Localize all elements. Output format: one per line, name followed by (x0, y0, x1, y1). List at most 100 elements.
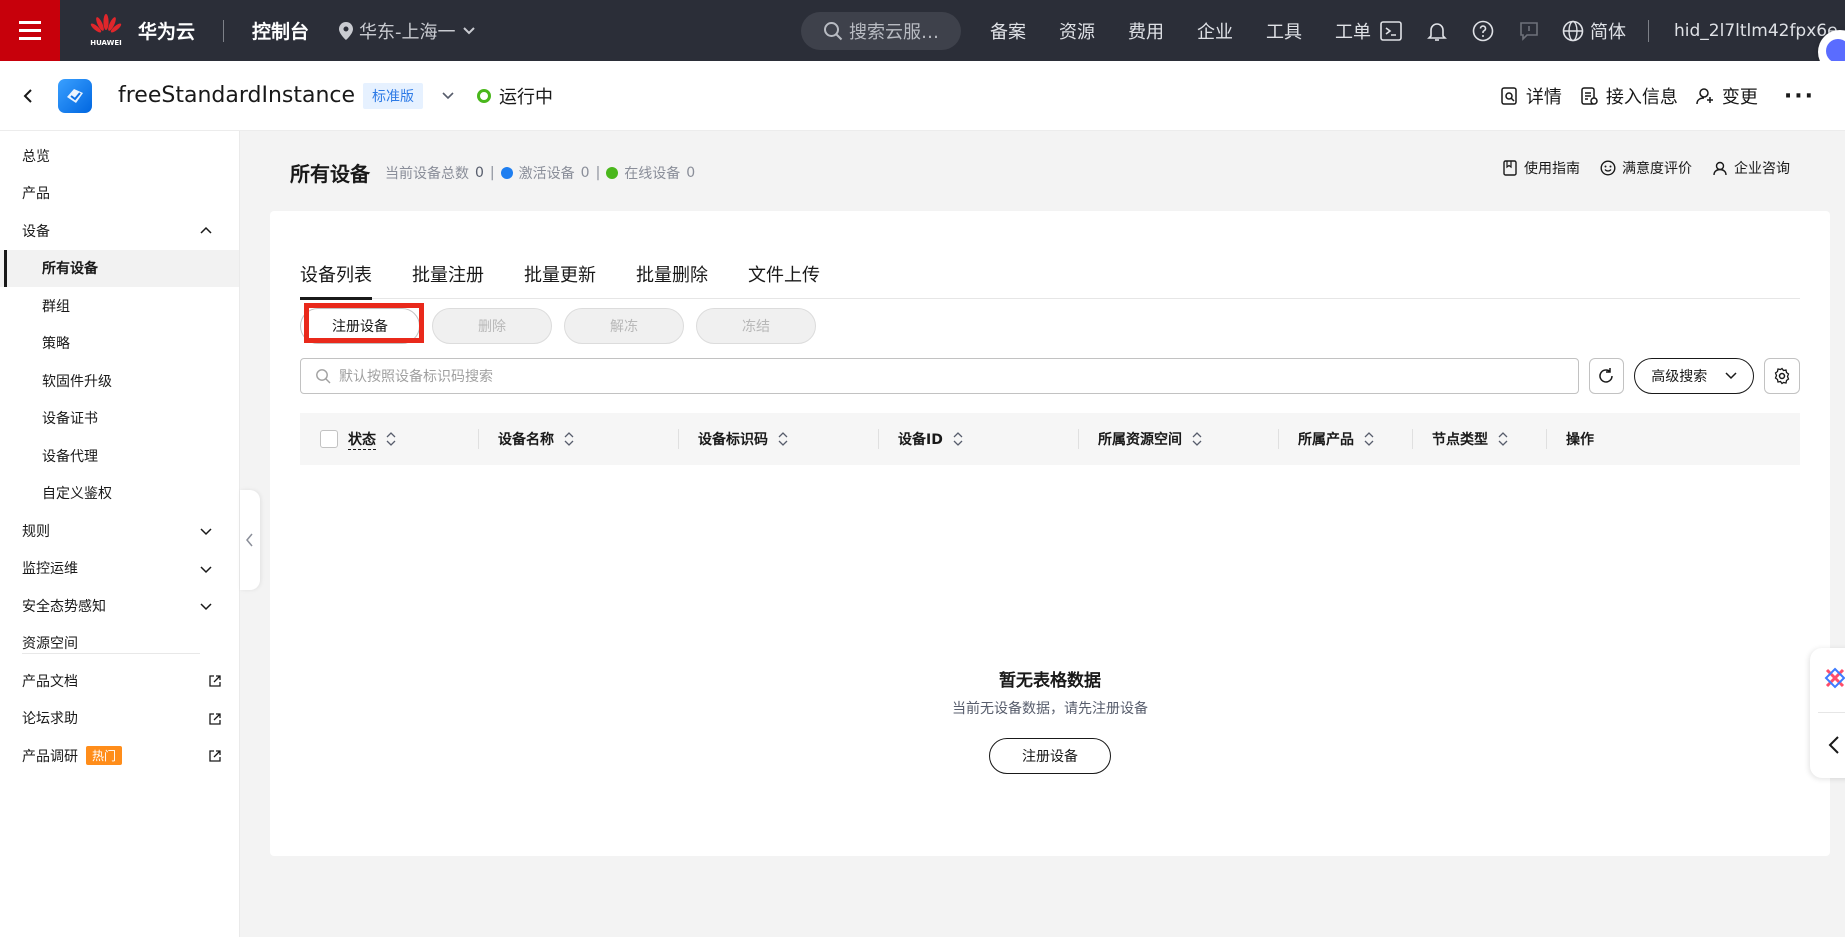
sidebar-item-device-certificates[interactable]: 设备证书 (0, 400, 239, 438)
back-arrow-icon[interactable] (20, 88, 36, 104)
column-node-id[interactable]: 设备标识码 (678, 413, 878, 465)
consult-link[interactable]: 企业咨询 (1712, 158, 1790, 178)
access-info-action[interactable]: 接入信息 (1580, 83, 1678, 109)
top-link-billing[interactable]: 费用 (1128, 18, 1164, 44)
column-product[interactable]: 所属产品 (1278, 413, 1412, 465)
sidebar-item-security[interactable]: 安全态势感知 (0, 587, 239, 625)
advanced-search-button[interactable]: 高级搜索 (1634, 358, 1755, 394)
sidebar-item-label: 策略 (42, 336, 70, 353)
column-resource-space[interactable]: 所属资源空间 (1078, 413, 1278, 465)
language-switch[interactable]: 简体 (1562, 0, 1626, 61)
ai-assistant-icon[interactable] (1823, 666, 1845, 690)
table-settings-button[interactable] (1764, 358, 1800, 394)
hamburger-menu-button[interactable] (0, 0, 60, 61)
column-status[interactable]: 状态 (338, 413, 478, 465)
console-link[interactable]: 控制台 (252, 17, 309, 44)
tab-file-upload[interactable]: 文件上传 (748, 251, 820, 299)
feedback-icon[interactable] (1518, 20, 1540, 42)
floating-toolbar (1810, 648, 1845, 778)
change-icon (1696, 88, 1713, 105)
instance-switch-chevron-icon[interactable] (441, 91, 455, 101)
search-row: 默认按照设备标识码搜索 高级搜索 (300, 358, 1800, 394)
sidebar-item-policies[interactable]: 策略 (0, 325, 239, 363)
column-node-type[interactable]: 节点类型 (1412, 413, 1546, 465)
sidebar-item-resource-space[interactable]: 资源空间 (0, 625, 239, 663)
sidebar-item-label: 安全态势感知 (22, 598, 106, 615)
device-stats: 当前设备总数 0 | 激活设备 0 | 在线设备 0 (385, 163, 695, 183)
sidebar-item-device-proxy[interactable]: 设备代理 (0, 437, 239, 475)
tab-batch-register[interactable]: 批量注册 (412, 251, 484, 299)
sort-icon (778, 432, 788, 446)
tab-batch-update[interactable]: 批量更新 (524, 251, 596, 299)
stats-separator: | (595, 165, 601, 181)
smile-icon (1600, 160, 1616, 176)
active-devices-value: 0 (580, 165, 590, 181)
sidebar-item-label: 论坛求助 (22, 711, 78, 728)
freeze-button[interactable]: 冻结 (696, 308, 816, 344)
top-link-enterprise[interactable]: 企业 (1197, 18, 1233, 44)
consult-label: 企业咨询 (1734, 161, 1790, 177)
sort-icon (1498, 432, 1508, 446)
sidebar-item-groups[interactable]: 群组 (0, 287, 239, 325)
detail-action[interactable]: 详情 (1500, 83, 1562, 109)
chevron-left-icon[interactable] (1828, 736, 1840, 754)
top-link-beian[interactable]: 备案 (990, 18, 1026, 44)
huawei-logo[interactable]: HUAWEI (86, 14, 126, 47)
device-search-input[interactable]: 默认按照设备标识码搜索 (300, 358, 1579, 394)
empty-register-device-button[interactable]: 注册设备 (989, 738, 1111, 774)
tabs: 设备列表 批量注册 批量更新 批量删除 文件上传 (300, 251, 1800, 300)
sidebar-item-products[interactable]: 产品 (0, 175, 239, 213)
action-buttons: 注册设备 删除 解冻 冻结 (300, 303, 816, 344)
sidebar-item-devices[interactable]: 设备 (0, 212, 239, 250)
guide-links: 使用指南 满意度评价 企业咨询 (1502, 158, 1790, 178)
sidebar-item-label: 产品调研 (22, 748, 78, 765)
top-link-resources[interactable]: 资源 (1059, 18, 1095, 44)
region-selector[interactable]: 华东-上海一 (339, 18, 476, 44)
brand-name[interactable]: 华为云 (138, 17, 195, 44)
online-devices-value: 0 (686, 165, 696, 181)
select-all-checkbox[interactable] (320, 430, 338, 448)
user-account[interactable]: hid_2l7ltlm42fpx6e (1674, 0, 1838, 61)
cloud-shell-icon[interactable] (1380, 20, 1402, 42)
hot-badge: 热门 (86, 746, 123, 766)
tab-batch-delete[interactable]: 批量删除 (636, 251, 708, 299)
sidebar-item-custom-auth[interactable]: 自定义鉴权 (0, 475, 239, 513)
refresh-button[interactable] (1588, 358, 1625, 394)
user-guide-link[interactable]: 使用指南 (1502, 158, 1580, 178)
sort-icon (953, 432, 963, 446)
column-device-id[interactable]: 设备ID (878, 413, 1078, 465)
top-link-tickets[interactable]: 工单 (1335, 18, 1371, 44)
sidebar-divider (22, 653, 200, 654)
sidebar-item-docs[interactable]: 产品文档 (0, 662, 239, 700)
delete-button[interactable]: 删除 (432, 308, 552, 344)
sidebar-item-all-devices[interactable]: 所有设备 (0, 249, 239, 287)
tab-device-list[interactable]: 设备列表 (300, 251, 372, 300)
sidebar-item-rules[interactable]: 规则 (0, 512, 239, 550)
column-header-label: 状态 (348, 429, 376, 450)
more-actions-icon[interactable]: ··· (1784, 84, 1815, 109)
top-link-tools[interactable]: 工具 (1266, 18, 1302, 44)
access-info-icon (1581, 87, 1598, 105)
sidebar-item-forum[interactable]: 论坛求助 (0, 700, 239, 738)
sidebar-item-label: 产品 (22, 186, 50, 203)
sidebar-item-ota-upgrade[interactable]: 软固件升级 (0, 362, 239, 400)
rating-link[interactable]: 满意度评价 (1600, 158, 1692, 178)
column-device-name[interactable]: 设备名称 (478, 413, 678, 465)
total-devices-value: 0 (475, 165, 484, 181)
online-dot-icon (606, 167, 619, 179)
empty-state-title: 暂无表格数据 (999, 671, 1101, 691)
top-links: 备案 资源 费用 企业 工具 工单 (990, 0, 1404, 61)
bell-icon[interactable] (1426, 20, 1448, 42)
chevron-down-icon (200, 565, 212, 573)
sidebar-item-survey[interactable]: 产品调研 热门 (0, 737, 239, 775)
instance-header: freeStandardInstance 标准版 运行中 详情 接入信息 变更 … (0, 61, 1845, 131)
running-status-icon (477, 88, 492, 103)
change-action[interactable]: 变更 (1696, 83, 1758, 109)
sidebar-collapse-handle[interactable] (240, 490, 260, 590)
register-device-button[interactable]: 注册设备 (300, 303, 424, 344)
sidebar-item-monitoring[interactable]: 监控运维 (0, 550, 239, 588)
unfreeze-button[interactable]: 解冻 (564, 308, 684, 344)
sidebar-item-overview[interactable]: 总览 (0, 137, 239, 175)
global-search[interactable]: 搜索云服… (801, 12, 961, 50)
help-icon[interactable] (1472, 20, 1494, 42)
